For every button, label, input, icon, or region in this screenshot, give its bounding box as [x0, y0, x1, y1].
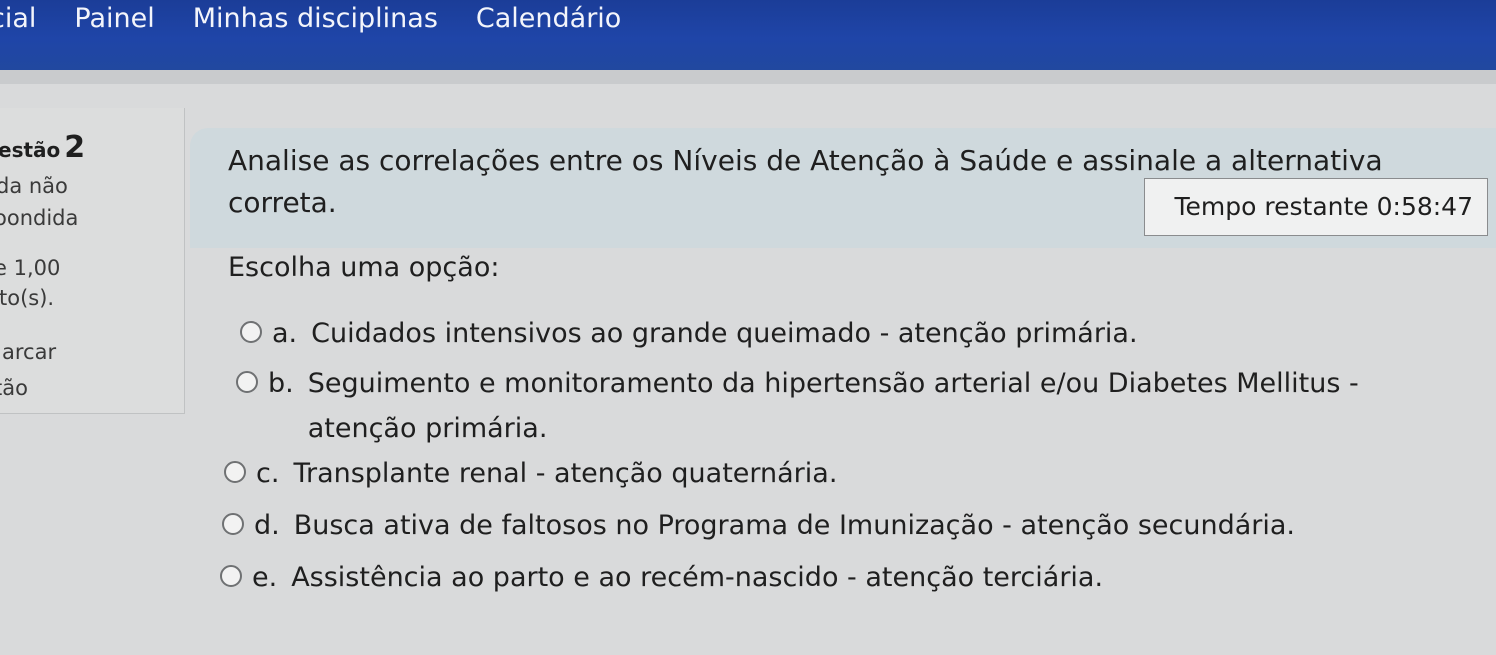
option-letter-d: d. — [254, 510, 280, 541]
option-letter-c: c. — [256, 458, 280, 489]
nav-item-social[interactable]: cial — [0, 0, 36, 32]
answer-prompt: Escolha uma opção: — [228, 252, 500, 283]
option-text-e: Assistência ao parto e ao recém-nascido … — [291, 562, 1104, 593]
radio-button-d[interactable] — [222, 513, 244, 535]
answer-option-a[interactable]: a. Cuidados intensivos ao grande queimad… — [240, 316, 1138, 356]
nav-menu: cial Painel Minhas disciplinas Calendári… — [0, 0, 621, 32]
question-status-line-1: da não — [0, 174, 68, 198]
option-text-d: Busca ativa de faltosos no Programa de I… — [293, 510, 1296, 541]
question-number: 2 — [64, 130, 86, 165]
nav-item-minhas-disciplinas[interactable]: Minhas disciplinas — [193, 0, 438, 32]
radio-button-a[interactable] — [240, 321, 262, 343]
question-grade: e 1,00 — [0, 256, 61, 280]
question-title: estão 2 — [0, 130, 85, 165]
timer-box: Tempo restante 0:58:47 — [1144, 178, 1488, 236]
nav-underbar — [0, 70, 1496, 84]
radio-button-c[interactable] — [224, 461, 246, 483]
option-text-b: Seguimento e monitoramento da hipertensã… — [307, 368, 1359, 444]
radio-button-e[interactable] — [220, 565, 242, 587]
question-status-line-2: oondida — [0, 206, 79, 230]
answer-option-e[interactable]: e. Assistência ao parto e ao recém-nasci… — [220, 560, 1103, 600]
option-text-c: Transplante renal - atenção quaternária. — [293, 458, 838, 489]
flag-question-link-line-1[interactable]: arcar — [2, 340, 56, 364]
nav-item-painel[interactable]: Painel — [74, 0, 154, 32]
answer-option-d[interactable]: d. Busca ativa de faltosos no Programa d… — [222, 508, 1295, 548]
nav-item-calendario[interactable]: Calendário — [476, 0, 621, 32]
option-letter-a: a. — [272, 318, 298, 349]
flag-question-link-line-2[interactable]: tão — [0, 376, 28, 400]
question-info-card: estão 2 da não oondida e 1,00 to(s). arca… — [0, 108, 185, 414]
option-letter-b: b. — [268, 368, 294, 399]
top-navbar: cial Painel Minhas disciplinas Calendári… — [0, 0, 1496, 70]
question-title-prefix: estão — [0, 138, 61, 162]
answer-option-b[interactable]: b. Seguimento e monitoramento da hiperte… — [236, 366, 1448, 451]
answer-option-c[interactable]: c. Transplante renal - atenção quaternár… — [224, 456, 837, 496]
option-text-a: Cuidados intensivos ao grande queimado -… — [311, 318, 1138, 349]
question-grade-suffix: to(s). — [0, 286, 55, 310]
option-letter-e: e. — [252, 562, 278, 593]
radio-button-b[interactable] — [236, 371, 258, 393]
